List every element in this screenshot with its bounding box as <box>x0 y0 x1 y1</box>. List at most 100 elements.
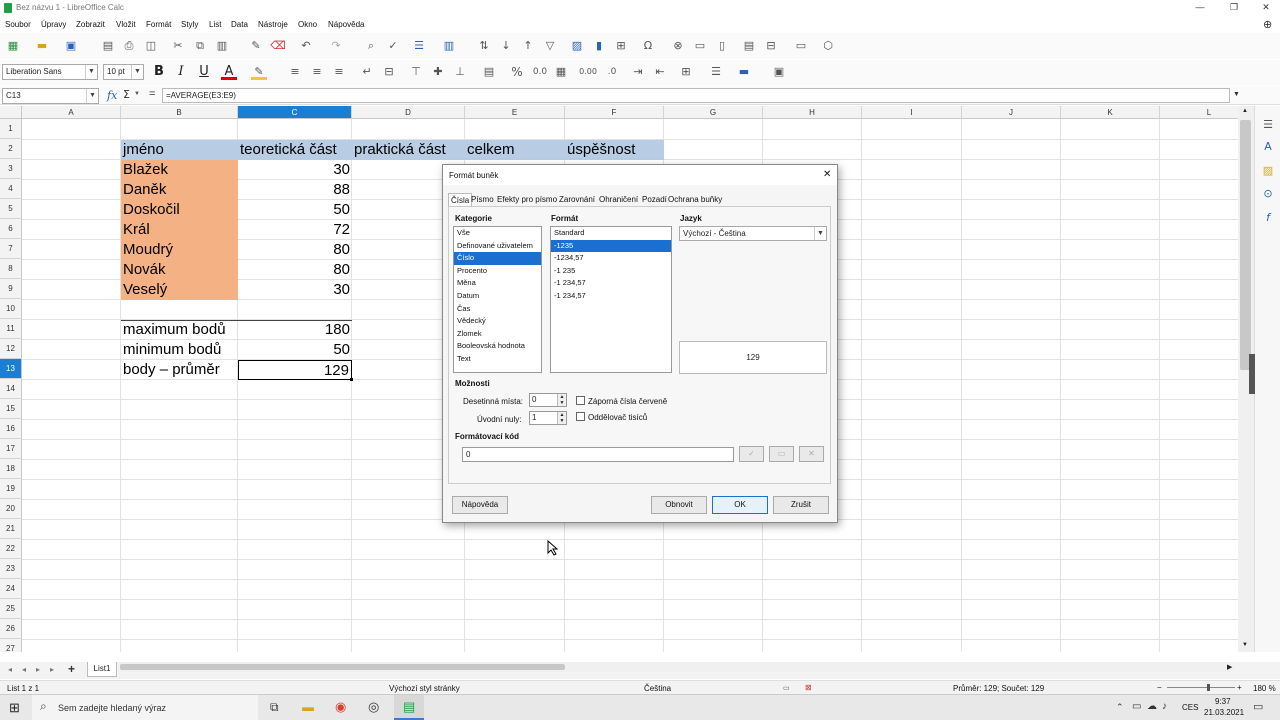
cell-c11[interactable]: 180 <box>238 320 352 340</box>
tab-font[interactable]: Písmo <box>469 193 496 206</box>
format-item[interactable]: -1 234,57 <box>551 277 671 290</box>
formula-button[interactable]: = <box>149 88 155 100</box>
category-item[interactable]: Booleovská hodnota <box>454 340 541 353</box>
cell-c5[interactable]: 50 <box>238 200 352 220</box>
row-header-7[interactable]: 7 <box>0 239 22 259</box>
cell-f2[interactable]: úspěšnost <box>565 140 664 160</box>
column-icon[interactable]: ▥ <box>441 38 457 54</box>
ok-button[interactable]: OK <box>712 496 768 514</box>
menu-data[interactable]: Data <box>231 20 248 29</box>
language-status[interactable]: Čeština <box>644 684 671 693</box>
add-sheet-button[interactable]: + <box>68 662 75 676</box>
find-replace-icon[interactable]: ⌕ <box>363 38 379 54</box>
tray-cloud-icon[interactable]: ☁ <box>1147 701 1157 712</box>
special-character-icon[interactable]: Ω <box>640 38 656 54</box>
column-header-d[interactable]: D <box>352 106 465 119</box>
thousands-separator-checkbox[interactable] <box>576 412 585 421</box>
category-item[interactable]: Vědecký <box>454 315 541 328</box>
copy-icon[interactable]: ⧉ <box>192 38 208 54</box>
menu-tools[interactable]: Nástroje <box>258 20 288 29</box>
delete-decimal-button[interactable]: .0 <box>602 64 622 80</box>
row-header-15[interactable]: 15 <box>0 399 22 419</box>
chevron-down-icon[interactable]: ▼ <box>85 65 97 79</box>
fill-handle[interactable] <box>350 378 353 381</box>
tray-network-icon[interactable]: ▭ <box>1132 701 1141 712</box>
zoom-out-button[interactable]: − <box>1157 683 1162 692</box>
reset-button[interactable]: Obnovit <box>651 496 707 514</box>
date-format-icon[interactable]: ▦ <box>553 64 569 80</box>
cell-b13[interactable]: body – průměr <box>121 360 238 380</box>
column-header-k[interactable]: K <box>1061 106 1160 119</box>
chevron-down-icon[interactable]: ▼ <box>131 65 143 79</box>
scroll-right-icon[interactable]: ▶ <box>1227 663 1232 671</box>
menu-styles[interactable]: Styly <box>181 20 198 29</box>
number-format-button[interactable]: 0.0 <box>530 64 550 80</box>
chevron-down-icon[interactable]: ▼ <box>134 91 140 97</box>
column-header-b[interactable]: B <box>121 106 238 119</box>
column-header-j[interactable]: J <box>962 106 1061 119</box>
cell-b8[interactable]: Novák <box>121 260 238 280</box>
notifications-icon[interactable]: ▭ <box>1253 700 1263 713</box>
sort-icon[interactable]: ⇅ <box>476 38 492 54</box>
spinner-arrows-icon[interactable]: ▲ ▼ <box>557 394 566 406</box>
negative-red-checkbox[interactable] <box>576 396 585 405</box>
tray-expand-icon[interactable]: ⌃ <box>1116 702 1124 713</box>
category-item[interactable]: Čas <box>454 303 541 316</box>
row-header-14[interactable]: 14 <box>0 379 22 399</box>
menu-edit[interactable]: Úpravy <box>41 20 66 29</box>
tab-borders[interactable]: Ohraničení <box>597 193 640 206</box>
row-header-20[interactable]: 20 <box>0 499 22 519</box>
cell-c7[interactable]: 80 <box>238 240 352 260</box>
column-header-g[interactable]: G <box>664 106 763 119</box>
decimal-places-spinner[interactable]: 0 ▲ ▼ <box>529 393 567 407</box>
tab-font-effects[interactable]: Efekty pro písmo <box>495 193 559 206</box>
menu-help[interactable]: Nápověda <box>328 20 364 29</box>
category-item[interactable]: Text <box>454 353 541 366</box>
center-vertically-icon[interactable]: ✚ <box>430 64 446 80</box>
scroll-up-icon[interactable]: ▲ <box>1242 108 1248 114</box>
delete-code-button[interactable]: ✕ <box>799 446 824 462</box>
document-modified-icon[interactable]: ⊠ <box>805 683 812 692</box>
column-header-l[interactable]: L <box>1160 106 1238 119</box>
format-item[interactable]: -1 235 <box>551 265 671 278</box>
row-header-6[interactable]: 6 <box>0 219 22 239</box>
hyperlink-icon[interactable]: ⊗ <box>670 38 686 54</box>
row-header-12[interactable]: 12 <box>0 339 22 359</box>
sidebar-collapse-handle[interactable] <box>1249 354 1255 394</box>
align-center-icon[interactable]: ≡ <box>309 64 325 80</box>
close-window-button[interactable]: ✕ <box>1252 0 1280 14</box>
obs-icon[interactable]: ◎ <box>368 699 379 715</box>
column-header-h[interactable]: H <box>763 106 862 119</box>
cell-c2[interactable]: teoretická část <box>238 140 352 160</box>
cell-c8[interactable]: 80 <box>238 260 352 280</box>
spelling-icon[interactable]: ✓ <box>385 38 401 54</box>
insert-image-icon[interactable]: ▨ <box>569 38 585 54</box>
cell-e2[interactable]: celkem <box>465 140 565 160</box>
align-right-icon[interactable]: ≡ <box>331 64 347 80</box>
insert-chart-icon[interactable]: ▮ <box>591 38 607 54</box>
select-all-corner[interactable] <box>0 106 22 119</box>
format-item-selected[interactable]: -1235 <box>551 239 671 253</box>
clock-date[interactable]: 21.03.2021 <box>1204 708 1244 717</box>
wrap-text-icon[interactable]: ↵ <box>359 64 375 80</box>
minimize-button[interactable]: — <box>1186 0 1214 14</box>
cell-b9[interactable]: Veselý <box>121 280 238 300</box>
formula-input[interactable]: =AVERAGE(E3:E9) <box>162 88 1230 103</box>
row-header-17[interactable]: 17 <box>0 439 22 459</box>
zoom-slider[interactable] <box>1167 684 1235 691</box>
row-icon[interactable]: ☰ <box>411 38 427 54</box>
redo-icon[interactable]: ↷ <box>328 38 344 54</box>
row-header-18[interactable]: 18 <box>0 459 22 479</box>
format-item[interactable]: -1234,57 <box>551 252 671 265</box>
input-language[interactable]: CES <box>1182 703 1198 712</box>
cancel-button[interactable]: Zrušit <box>773 496 829 514</box>
comment-icon[interactable]: ▭ <box>692 38 708 54</box>
cell-c12[interactable]: 50 <box>238 340 352 360</box>
add-decimal-button[interactable]: 0.00 <box>578 64 598 80</box>
properties-icon[interactable]: ☰ <box>1260 117 1276 133</box>
styles-icon[interactable]: A <box>1260 139 1276 155</box>
clone-formatting-icon[interactable]: ✎ <box>248 38 264 54</box>
scroll-thumb[interactable] <box>1240 120 1251 370</box>
row-header-9[interactable]: 9 <box>0 279 22 299</box>
paste-icon[interactable]: ▥ <box>214 38 230 54</box>
